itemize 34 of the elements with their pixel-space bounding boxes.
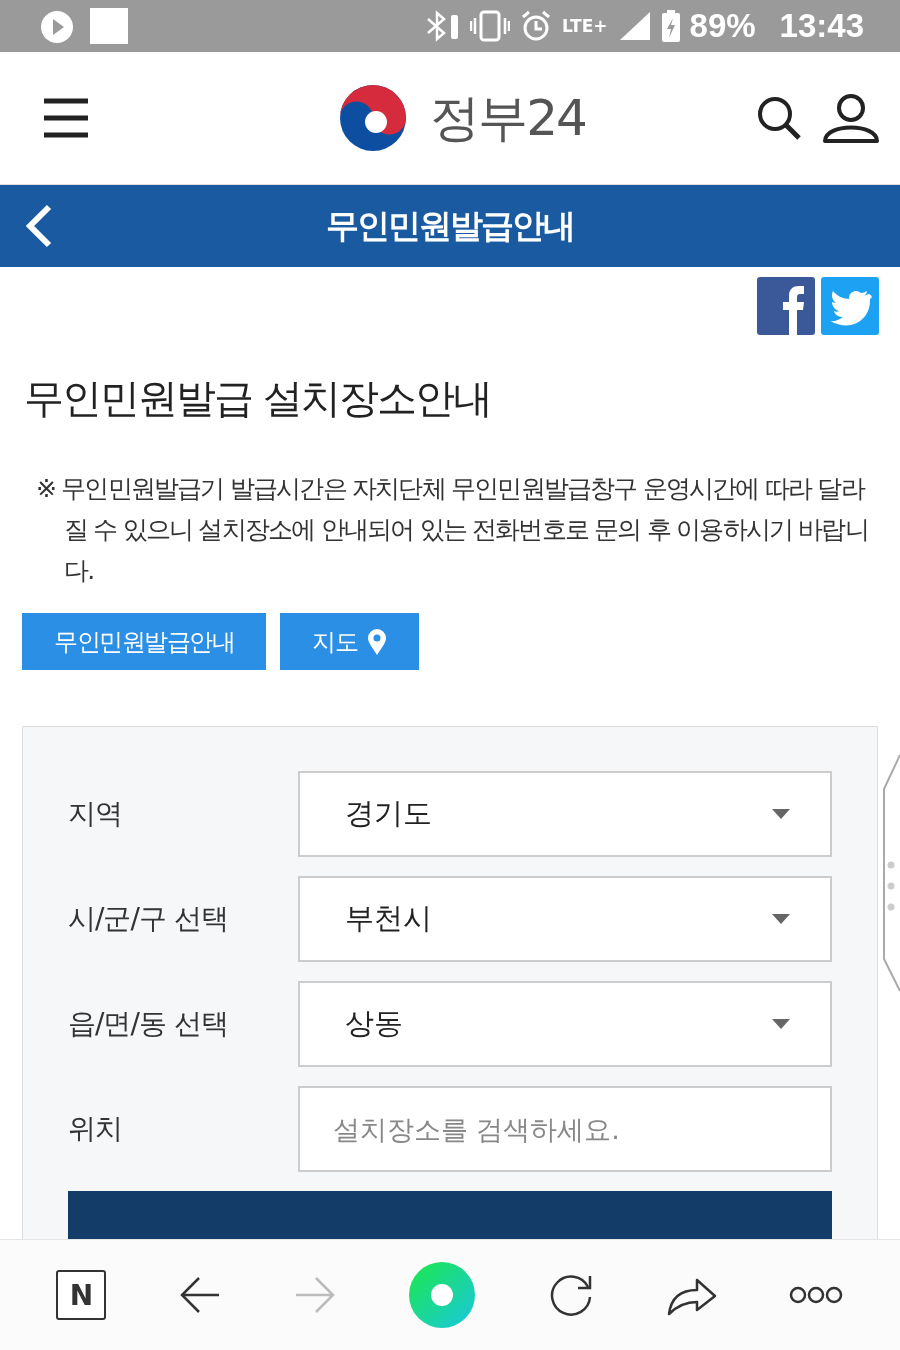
search-icon[interactable] bbox=[756, 95, 802, 141]
dropdown[interactable]: 부천시 bbox=[297, 876, 832, 962]
twitter-icon[interactable] bbox=[821, 277, 879, 335]
back-icon[interactable] bbox=[24, 204, 54, 248]
caret-icon bbox=[772, 914, 790, 924]
field-label: 읍/면/동 선택 bbox=[68, 1006, 229, 1042]
home-button[interactable]: N bbox=[56, 1270, 107, 1320]
page-title: 무인민원발급안내 bbox=[326, 204, 574, 247]
field-label: 시/군/구 선택 bbox=[68, 901, 229, 937]
logo-text: 정부24 bbox=[430, 87, 586, 149]
facebook-icon[interactable] bbox=[757, 277, 815, 335]
dropdown[interactable]: 상동 bbox=[297, 981, 832, 1067]
side-handle-icon[interactable] bbox=[880, 753, 900, 993]
field-label: 위치 bbox=[68, 1111, 123, 1147]
battery-icon bbox=[661, 10, 680, 42]
notice-text: ※ 무인민원발급기 발급시간은 자치단체 무인민원발급창구 운영시간에 따라 달라질 수 있으니 설치장소에 안내되어 있는 전화번호로 문의 후 이용하시기 바랍니다. bbox=[36, 473, 869, 587]
vibrate-icon bbox=[470, 10, 511, 42]
battery-percent: 89% bbox=[689, 7, 756, 45]
network-type: LTE+ bbox=[562, 16, 608, 36]
caret-icon bbox=[772, 1019, 790, 1029]
caret-icon bbox=[772, 809, 790, 819]
more-icon[interactable] bbox=[789, 1286, 844, 1304]
dropdown[interactable]: 경기도 bbox=[297, 771, 832, 857]
menu-icon[interactable] bbox=[44, 98, 88, 138]
page-heading: 무인민원발급 설치장소안내 bbox=[24, 374, 492, 423]
play-icon bbox=[40, 8, 74, 44]
user-icon[interactable] bbox=[822, 93, 880, 143]
alarm-icon bbox=[520, 10, 553, 42]
search-field[interactable]: 설치장소를 검색하세요. bbox=[297, 1086, 832, 1172]
clock-time: 13:43 bbox=[779, 7, 864, 45]
field-label: 지역 bbox=[68, 796, 123, 832]
map-pin-icon bbox=[367, 627, 387, 656]
square-icon bbox=[90, 8, 128, 44]
back-arrow-icon[interactable] bbox=[179, 1276, 222, 1314]
